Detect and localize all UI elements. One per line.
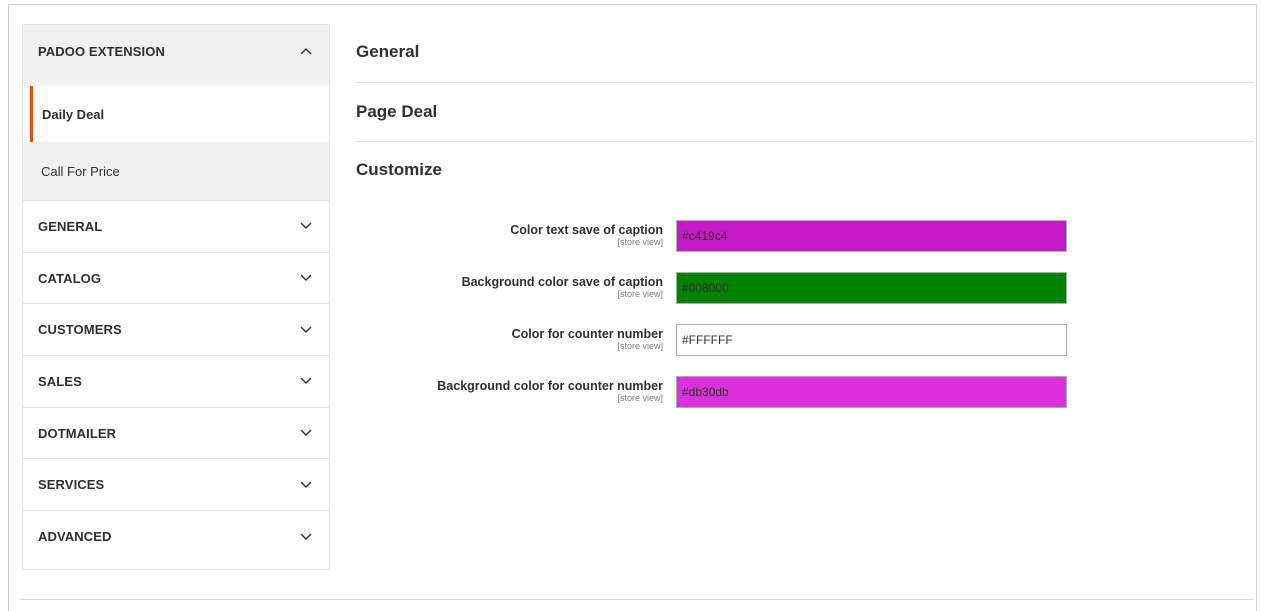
field-label: Background color save of caption [store … xyxy=(363,275,663,300)
sidebar-group-dotmailer[interactable]: DOTMAILER xyxy=(23,408,329,460)
field-scope: [store view] xyxy=(617,393,663,403)
sidebar-item-call-for-price[interactable]: Call For Price xyxy=(23,142,329,200)
section-title: General xyxy=(356,42,420,61)
field-row-counter-bg-color: Background color for counter number [sto… xyxy=(356,376,1076,408)
field-label-text: Background color for counter number xyxy=(437,379,663,393)
sidebar-group-customers[interactable]: CUSTOMERS xyxy=(23,304,329,357)
footer-divider xyxy=(20,599,1254,600)
field-label-text: Background color save of caption xyxy=(461,275,663,289)
sidebar-group-sales[interactable]: SALES xyxy=(23,356,329,408)
field-row-caption-bg-color: Background color save of caption [store … xyxy=(356,272,1076,304)
caption-bg-color-input[interactable] xyxy=(676,272,1067,304)
sidebar-group-label: CUSTOMERS xyxy=(38,322,122,338)
sidebar-group-label: DOTMAILER xyxy=(38,425,117,441)
sidebar-section-padoo-extension[interactable]: PADOO EXTENSION xyxy=(23,25,329,77)
field-label: Color text save of caption [store view] xyxy=(363,223,663,248)
chevron-down-icon xyxy=(299,374,313,388)
caption-text-color-input[interactable] xyxy=(676,220,1067,252)
sidebar-group-label: CATALOG xyxy=(38,270,102,286)
sidebar-group-advanced[interactable]: ADVANCED xyxy=(23,511,329,563)
chevron-down-icon xyxy=(299,478,313,492)
field-scope: [store view] xyxy=(617,289,663,299)
field-scope: [store view] xyxy=(617,237,663,247)
sidebar-group-services[interactable]: SERVICES xyxy=(23,459,329,512)
section-page-deal-header[interactable]: Page Deal xyxy=(356,102,437,122)
sidebar-item-label: Daily Deal xyxy=(42,106,105,122)
chevron-up-icon xyxy=(299,44,313,58)
counter-color-input[interactable] xyxy=(676,324,1067,356)
section-title: Customize xyxy=(356,160,442,179)
field-label-text: Color for counter number xyxy=(511,327,663,341)
chevron-down-icon xyxy=(299,219,313,233)
section-title: Page Deal xyxy=(356,102,438,121)
sidebar-subitems: Daily Deal Call For Price xyxy=(23,77,329,201)
sidebar-group-general[interactable]: GENERAL xyxy=(23,201,329,253)
field-label-text: Color text save of caption xyxy=(510,223,663,237)
sidebar-item-daily-deal[interactable]: Daily Deal xyxy=(23,86,329,142)
sidebar-group-label: ADVANCED xyxy=(38,529,112,545)
sidebar-group-label: SALES xyxy=(38,373,82,389)
field-row-counter-color: Color for counter number [store view] xyxy=(356,324,1076,356)
field-label: Color for counter number [store view] xyxy=(363,327,663,352)
counter-bg-color-input[interactable] xyxy=(676,376,1067,408)
sidebar-group-catalog[interactable]: CATALOG xyxy=(23,253,329,305)
section-divider xyxy=(356,141,1254,142)
config-sidebar: PADOO EXTENSION Daily Deal Call For Pric… xyxy=(22,24,330,570)
field-scope: [store view] xyxy=(617,341,663,351)
sidebar-section-label: PADOO EXTENSION xyxy=(38,43,165,59)
sidebar-group-label: GENERAL xyxy=(38,218,103,234)
chevron-down-icon xyxy=(299,271,313,285)
field-row-caption-text-color: Color text save of caption [store view] xyxy=(356,220,1076,252)
sidebar-item-label: Call For Price xyxy=(41,163,120,179)
section-customize-header[interactable]: Customize xyxy=(356,160,442,180)
section-general-header[interactable]: General xyxy=(356,42,419,62)
section-divider xyxy=(356,82,1254,83)
chevron-down-icon xyxy=(299,530,313,544)
chevron-down-icon xyxy=(299,323,313,337)
sidebar-group-label: SERVICES xyxy=(38,477,105,493)
chevron-down-icon xyxy=(299,426,313,440)
field-label: Background color for counter number [sto… xyxy=(363,379,663,404)
